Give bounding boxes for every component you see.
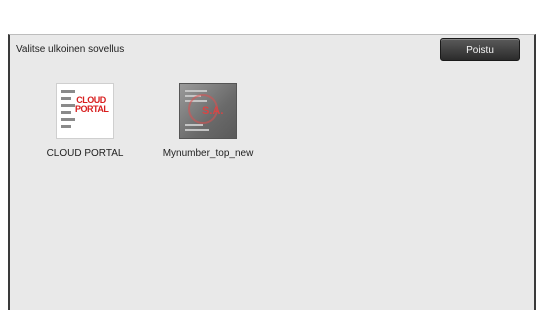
app-tile-mynumber[interactable]: S.A. Mynumber_top_new [153,83,263,159]
dialog-title: Valitse ulkoinen sovellus [16,44,125,55]
app-selection-panel: Valitse ulkoinen sovellus Poistu CLOUD P… [8,34,536,310]
cloud-portal-icon-text-line2: PORTAL [75,104,109,114]
app-tile-cloud-portal[interactable]: CLOUD PORTAL CLOUD PORTAL [30,83,140,159]
cloud-portal-icon[interactable]: CLOUD PORTAL [56,83,114,139]
exit-button[interactable]: Poistu [440,38,520,61]
app-label-mynumber: Mynumber_top_new [162,148,254,159]
app-label-cloud-portal: CLOUD PORTAL [46,148,124,159]
mynumber-icon-graphic: S.A. [202,105,223,117]
mynumber-icon[interactable]: S.A. [179,83,237,139]
cloud-portal-icon-text: CLOUD PORTAL [75,96,109,114]
svg-text:S.A.: S.A. [202,105,223,117]
